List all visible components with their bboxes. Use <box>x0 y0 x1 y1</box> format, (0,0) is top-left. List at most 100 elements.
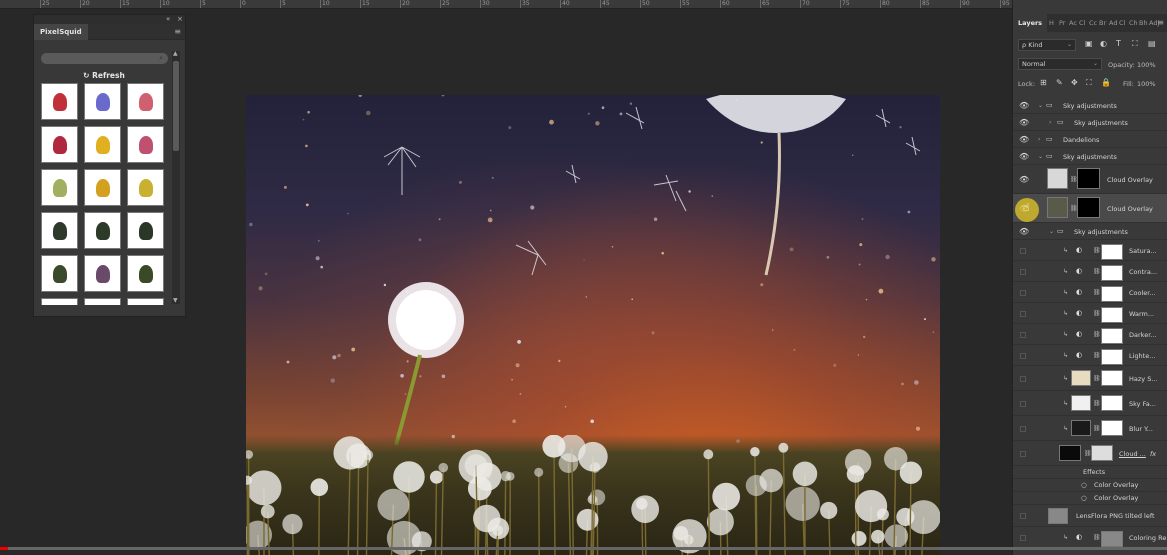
visibility-toggle[interactable] <box>1020 332 1026 338</box>
layer-row[interactable]: ↳ ⛓ Blur Y... <box>1013 416 1167 441</box>
lock-position-icon[interactable]: ✥ <box>1071 78 1078 88</box>
blend-mode-dropdown[interactable]: Normal ⌄ <box>1018 58 1102 70</box>
document-canvas[interactable] <box>246 95 940 555</box>
chevron-right-icon[interactable]: › <box>1049 119 1051 126</box>
layer-thumbnail[interactable] <box>1047 168 1068 189</box>
tab-ad-7[interactable]: Ad <box>1109 14 1117 32</box>
layer-thumbnail[interactable] <box>1048 508 1068 524</box>
adjustment-layer-icon[interactable]: ◐ <box>1076 351 1082 359</box>
panel-menu-icon[interactable]: ≡ <box>174 28 181 36</box>
chain-link-icon[interactable]: ⛓ <box>1093 534 1101 541</box>
layer-mask-thumbnail[interactable] <box>1091 445 1113 461</box>
tab-cl-8[interactable]: Cl <box>1119 14 1125 32</box>
layer-thumbnail[interactable] <box>1059 445 1081 461</box>
asset-thumbnail-yellow-branch[interactable] <box>127 169 164 206</box>
tab-cl-4[interactable]: Cl <box>1079 14 1085 32</box>
layer-mask-thumbnail[interactable] <box>1077 197 1100 218</box>
lock-artboard-icon[interactable]: ⛶ <box>1086 78 1092 88</box>
opacity-value[interactable]: 100% <box>1137 59 1156 71</box>
layer-row[interactable]: 👁 › ▭ Sky adjustments <box>1013 114 1167 131</box>
layer-mask-thumbnail[interactable] <box>1101 370 1123 386</box>
layer-row[interactable]: 👁 ⌄ ▭ Sky adjustments <box>1013 223 1167 240</box>
chain-link-icon[interactable]: ⛓ <box>1093 247 1101 254</box>
tab-bh-10[interactable]: Bh <box>1139 14 1148 32</box>
collapse-panel-icon[interactable]: « <box>166 15 170 24</box>
tab-cc-5[interactable]: Cc <box>1089 14 1097 32</box>
tab-h-1[interactable]: H <box>1049 14 1054 32</box>
layer-mask-thumbnail[interactable] <box>1101 420 1123 436</box>
layer-row[interactable]: ↳ ◐ ⛓ Darker... <box>1013 324 1167 345</box>
adjustment-layer-icon[interactable]: ◐ <box>1076 267 1082 275</box>
tab-pixelsquid[interactable]: PixelSquid <box>34 24 88 40</box>
visibility-toggle[interactable] <box>1020 353 1026 359</box>
layer-mask-thumbnail[interactable] <box>1101 395 1123 411</box>
layer-row[interactable]: ↳ ⛓ Sky Fa... <box>1013 391 1167 416</box>
search-input[interactable]: ⌕ <box>41 53 168 64</box>
close-panel-icon[interactable]: × <box>177 15 183 24</box>
layer-thumbnail[interactable] <box>1071 395 1091 411</box>
visibility-toggle[interactable] <box>1020 269 1026 275</box>
visibility-toggle[interactable] <box>1020 513 1026 519</box>
adjustment-layer-icon[interactable]: ◐ <box>1076 330 1082 338</box>
chain-link-icon[interactable]: ⛓ <box>1093 425 1101 432</box>
layer-row[interactable]: 👁 ⌄ ▭ Sky adjustments <box>1013 148 1167 165</box>
visibility-eye-icon[interactable]: 👁 <box>1019 228 1029 236</box>
tab-pr-2[interactable]: Pr <box>1059 14 1065 32</box>
visibility-toggle[interactable] <box>1020 311 1026 317</box>
visibility-eye-icon[interactable]: 👁 <box>1019 176 1029 184</box>
layer-thumbnail[interactable] <box>1071 420 1091 436</box>
layer-mask-thumbnail[interactable] <box>1101 531 1123 547</box>
effect-visibility-icon[interactable]: ○ <box>1081 481 1087 489</box>
visibility-eye-icon[interactable]: 👁 <box>1019 102 1029 110</box>
layer-thumbnail[interactable] <box>1071 370 1091 386</box>
layer-row[interactable]: ↳ ◐ ⛓ Cooler... <box>1013 282 1167 303</box>
layer-row[interactable]: ○ Color Overlay <box>1013 492 1167 505</box>
asset-thumbnail-grass-tuft[interactable] <box>127 255 164 292</box>
scroll-down-icon[interactable]: ▼ <box>173 298 178 304</box>
lock-all-icon[interactable]: 🔒 <box>1101 78 1111 88</box>
asset-thumbnail-tree-2[interactable] <box>84 212 121 249</box>
chain-link-icon[interactable]: ⛓ <box>1093 289 1101 296</box>
visibility-toggle[interactable] <box>1020 535 1026 541</box>
visibility-toggle[interactable] <box>1020 451 1026 457</box>
chevron-down-icon[interactable]: ⌄ <box>1038 102 1043 109</box>
adjustment-layer-icon[interactable]: ◐ <box>1076 309 1082 317</box>
layer-row[interactable]: ⛓ fx Cloud ... <box>1013 441 1167 466</box>
shape-filter-icon[interactable]: ⛶ <box>1132 39 1138 49</box>
layer-mask-thumbnail[interactable] <box>1101 328 1123 344</box>
layer-mask-thumbnail[interactable] <box>1077 168 1100 189</box>
asset-thumbnail-white-flower[interactable] <box>41 169 78 206</box>
video-progress-bar[interactable] <box>0 547 1167 550</box>
asset-thumbnail-pink-flower[interactable] <box>127 83 164 120</box>
chevron-down-icon[interactable]: ⌄ <box>1049 228 1054 235</box>
layer-row[interactable]: ↳ ◐ ⛓ Satura... <box>1013 240 1167 261</box>
smart-object-filter-icon[interactable]: ▤ <box>1148 39 1156 49</box>
fill-value[interactable]: 100% <box>1137 78 1156 90</box>
chain-link-icon[interactable]: ⛓ <box>1093 331 1101 338</box>
adjustment-layer-icon[interactable]: ◐ <box>1076 246 1082 254</box>
layer-mask-thumbnail[interactable] <box>1101 349 1123 365</box>
asset-thumbnail-more-2[interactable] <box>84 298 121 305</box>
chain-link-icon[interactable]: ⛓ <box>1093 268 1101 275</box>
tab-ac-3[interactable]: Ac <box>1069 14 1077 32</box>
chevron-down-icon[interactable]: ⌄ <box>1038 153 1043 160</box>
asset-thumbnail-more-3[interactable] <box>127 298 164 305</box>
asset-thumbnail-pink-branch[interactable] <box>127 126 164 163</box>
layer-row[interactable]: 👁 › ▭ Dandelions <box>1013 131 1167 148</box>
layer-row[interactable]: ○ Color Overlay <box>1013 479 1167 492</box>
chain-link-icon[interactable]: ⛓ <box>1093 375 1101 382</box>
adjustment-filter-icon[interactable]: ◐ <box>1100 39 1107 49</box>
layer-row[interactable]: ↳ ◐ ⛓ Coloring Re... <box>1013 527 1167 548</box>
visibility-toggle[interactable] <box>1020 426 1026 432</box>
pixel-filter-icon[interactable]: ▣ <box>1085 39 1093 49</box>
layer-row[interactable]: ↳ ◐ ⛓ Lighte... <box>1013 345 1167 366</box>
layer-row[interactable]: ↳ ◐ ⛓ Warm... <box>1013 303 1167 324</box>
asset-thumbnail-more-1[interactable] <box>41 298 78 305</box>
layer-row[interactable]: 👁⛓Cloud Overlay <box>1013 165 1167 194</box>
asset-thumbnail-sunflowers[interactable] <box>84 169 121 206</box>
layer-mask-thumbnail[interactable] <box>1101 265 1123 281</box>
layer-mask-thumbnail[interactable] <box>1101 307 1123 323</box>
visibility-eye-icon[interactable]: 👁 <box>1019 153 1029 161</box>
vertical-scrollbar[interactable]: ▲ ▼ <box>172 51 180 304</box>
asset-thumbnail-purple-shrub[interactable] <box>84 255 121 292</box>
